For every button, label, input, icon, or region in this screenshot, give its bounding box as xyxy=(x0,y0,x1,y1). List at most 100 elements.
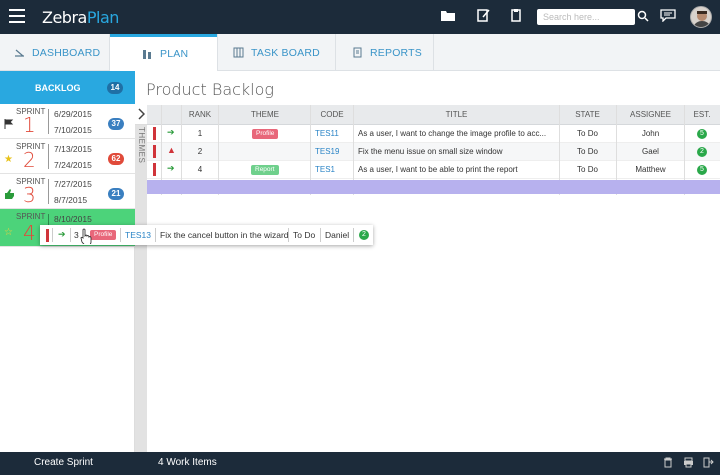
cell-rank: 4 xyxy=(197,165,203,174)
sprint-number: 1 xyxy=(23,113,36,137)
clipboard-icon[interactable] xyxy=(507,8,525,26)
thumbs-up-icon xyxy=(4,189,14,202)
sprint-item-2[interactable]: ★ SPRINT 2 7/13/2015 7/24/2015 62 xyxy=(0,139,135,174)
priority-marker xyxy=(46,229,49,242)
folder-icon[interactable] xyxy=(439,8,457,26)
priority-marker xyxy=(153,163,156,176)
search-input[interactable] xyxy=(537,9,635,25)
priority-marker xyxy=(153,145,156,158)
bottom-bar: Create Sprint 4 Work Items xyxy=(0,452,720,475)
tab-task-board-label: TASK BOARD xyxy=(251,46,320,59)
sprint-start-date: 7/27/2015 xyxy=(54,179,92,189)
arrow-right-icon: ➔ xyxy=(167,163,175,173)
themes-label: THEMES xyxy=(137,127,146,164)
hamburger-menu-icon[interactable] xyxy=(9,9,25,25)
sprint-start-date: 7/13/2015 xyxy=(54,144,92,154)
backlog-label: BACKLOG xyxy=(35,83,81,93)
sprint-sidebar: BACKLOG 14 SPRINT 1 6/29/2015 7/10/2015 … xyxy=(0,71,135,452)
theme-tag: Profile xyxy=(90,230,117,240)
backlog-count-badge: 14 xyxy=(107,82,123,94)
dashboard-icon xyxy=(15,49,24,57)
cell-rank: 2 xyxy=(197,147,203,156)
sprint-start-date: 8/10/2015 xyxy=(54,214,92,224)
divider xyxy=(288,228,289,242)
backlog-item[interactable]: BACKLOG 14 xyxy=(0,71,135,104)
cell-assignee: Matthew xyxy=(635,165,666,174)
sprint-end-date: 7/10/2015 xyxy=(54,125,92,135)
tab-plan-label: PLAN xyxy=(160,48,189,60)
sprint-count-badge: 37 xyxy=(108,118,124,130)
divider xyxy=(155,228,156,242)
estimate-badge: 5 xyxy=(697,165,707,175)
divider xyxy=(48,109,49,134)
divider xyxy=(52,228,53,242)
col-assignee[interactable]: ASSIGNEE xyxy=(617,110,684,119)
hand-cursor-icon xyxy=(80,228,92,246)
cell-code[interactable]: TES19 xyxy=(315,147,339,156)
print-icon[interactable] xyxy=(682,457,694,469)
estimate-badge: 2 xyxy=(359,230,369,240)
cell-state: To Do xyxy=(577,147,598,156)
cell-assignee: Daniel xyxy=(325,230,350,240)
estimate-badge: 5 xyxy=(697,129,707,139)
drop-placeholder-row[interactable] xyxy=(147,180,720,194)
arrow-right-icon: ➔ xyxy=(58,229,66,239)
theme-tag: Report xyxy=(251,165,279,175)
table-row[interactable]: ➔ 1 Profile TES11 As a user, I want to c… xyxy=(147,125,720,143)
sprint-item-3[interactable]: SPRINT 3 7/27/2015 8/7/2015 21 xyxy=(0,174,135,209)
divider xyxy=(70,228,71,242)
sprint-number: 4 xyxy=(23,221,36,245)
priority-marker xyxy=(153,127,156,140)
user-avatar[interactable] xyxy=(690,6,712,28)
main-nav: DASHBOARD PLAN TASK BOARD REPORTS xyxy=(0,34,720,71)
col-title[interactable]: TITLE xyxy=(354,110,559,119)
search-icon[interactable] xyxy=(634,8,652,26)
table-row[interactable]: ➔ 4 Report TES1 As a user, I want to be … xyxy=(147,161,720,179)
trash-icon[interactable] xyxy=(662,457,674,469)
divider xyxy=(353,228,354,242)
work-items-count: 4 Work Items xyxy=(158,457,217,468)
cell-code[interactable]: TES1 xyxy=(315,165,335,174)
cell-state: To Do xyxy=(293,230,316,240)
table-row[interactable]: ▲ 2 TES19 Fix the menu issue on small si… xyxy=(147,143,720,161)
chevron-right-icon[interactable] xyxy=(137,108,146,123)
sprint-end-date: 7/24/2015 xyxy=(54,160,92,170)
col-est[interactable]: EST. xyxy=(684,110,720,119)
sprint-end-date: 8/7/2015 xyxy=(54,195,88,205)
arrow-up-icon: ▲ xyxy=(167,145,176,155)
export-icon[interactable] xyxy=(702,457,714,469)
sprint-word: SPRINT xyxy=(16,212,46,221)
flag-icon xyxy=(4,119,14,132)
star-icon: ★ xyxy=(4,154,13,165)
tab-plan[interactable]: PLAN xyxy=(110,34,217,71)
tab-task-board[interactable]: TASK BOARD xyxy=(233,34,333,71)
col-code[interactable]: CODE xyxy=(311,110,353,119)
star-outline-icon: ☆ xyxy=(4,227,13,238)
create-sprint-button[interactable]: Create Sprint xyxy=(34,457,93,468)
plan-icon xyxy=(143,49,151,59)
edit-note-icon[interactable] xyxy=(474,8,492,26)
cell-code[interactable]: TES11 xyxy=(315,129,339,138)
nav-divider xyxy=(217,34,218,71)
top-bar: ZebraPlan xyxy=(0,0,720,34)
divider xyxy=(48,179,49,204)
col-rank[interactable]: RANK xyxy=(183,110,217,119)
tab-dashboard[interactable]: DASHBOARD xyxy=(14,34,110,71)
arrow-right-icon: ➔ xyxy=(167,127,175,137)
cell-title: As a user, I want to change the image pr… xyxy=(358,129,547,138)
app-logo[interactable]: ZebraPlan xyxy=(42,8,119,27)
sprint-item-1[interactable]: SPRINT 1 6/29/2015 7/10/2015 37 xyxy=(0,104,135,139)
col-state[interactable]: STATE xyxy=(559,110,616,119)
chat-icon[interactable] xyxy=(659,8,677,26)
sprint-number: 3 xyxy=(23,183,36,207)
taskboard-icon xyxy=(233,47,244,58)
col-theme[interactable]: THEME xyxy=(219,110,311,119)
tab-reports[interactable]: REPORTS xyxy=(352,34,432,71)
cell-title: Fix the cancel button in the wizard xyxy=(160,230,289,240)
cell-state: To Do xyxy=(577,165,598,174)
cell-code[interactable]: TES13 xyxy=(125,230,151,240)
theme-tag: Profile xyxy=(252,129,279,139)
nav-divider xyxy=(335,34,336,71)
divider xyxy=(48,144,49,169)
table-header: RANK THEME CODE TITLE STATE ASSIGNEE EST… xyxy=(147,105,720,125)
